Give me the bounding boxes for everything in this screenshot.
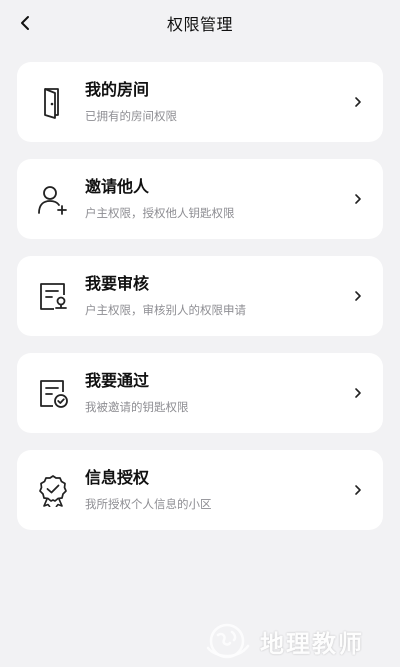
chevron-right-icon (355, 485, 361, 495)
navigation-bar: 权限管理 (0, 0, 400, 46)
card-title: 邀请他人 (85, 177, 150, 196)
card-subtitle: 户主权限，审核别人的权限申请 (85, 303, 246, 317)
menu-card-my-rooms[interactable]: 我的房间 已拥有的房间权限 (17, 62, 383, 142)
permission-menu-list: 我的房间 已拥有的房间权限 邀请他人 户主权限，授权他人钥匙权限 我要审核 户主… (17, 62, 383, 547)
card-subtitle: 已拥有的房间权限 (85, 109, 177, 123)
card-title: 我要通过 (85, 371, 150, 390)
card-subtitle: 我被邀请的钥匙权限 (85, 400, 189, 414)
watermark: 地理教师 (200, 618, 400, 664)
review-certificate-icon (40, 283, 67, 310)
page-title: 权限管理 (166, 15, 233, 34)
add-user-icon (38, 186, 67, 215)
menu-card-info-authorization[interactable]: 信息授权 我所授权个人信息的小区 (17, 450, 383, 530)
chevron-right-icon (355, 194, 361, 204)
card-title: 我的房间 (85, 80, 150, 99)
back-button[interactable] (10, 8, 40, 38)
chevron-left-icon (21, 16, 29, 30)
door-icon (44, 88, 59, 119)
menu-card-review[interactable]: 我要审核 户主权限，审核别人的权限申请 (17, 256, 383, 336)
menu-card-approvals[interactable]: 我要通过 我被邀请的钥匙权限 (17, 353, 383, 433)
chevron-right-icon (355, 291, 361, 301)
menu-card-invite-others[interactable]: 邀请他人 户主权限，授权他人钥匙权限 (17, 159, 383, 239)
authorization-badge-icon (39, 475, 67, 507)
card-subtitle: 户主权限，授权他人钥匙权限 (85, 206, 235, 220)
card-title: 信息授权 (85, 468, 150, 487)
chevron-right-icon (355, 97, 361, 107)
watermark-text: 地理教师 (260, 629, 364, 658)
globe-logo-icon (206, 623, 250, 659)
chevron-right-icon (355, 388, 361, 398)
card-subtitle: 我所授权个人信息的小区 (85, 497, 212, 511)
permission-management-page: 权限管理 我的房间 已拥有的房间权限 邀请他人 户主权限，授权他人钥匙权限 我要… (0, 0, 400, 667)
card-title: 我要审核 (85, 274, 150, 293)
approved-document-icon (40, 380, 68, 408)
